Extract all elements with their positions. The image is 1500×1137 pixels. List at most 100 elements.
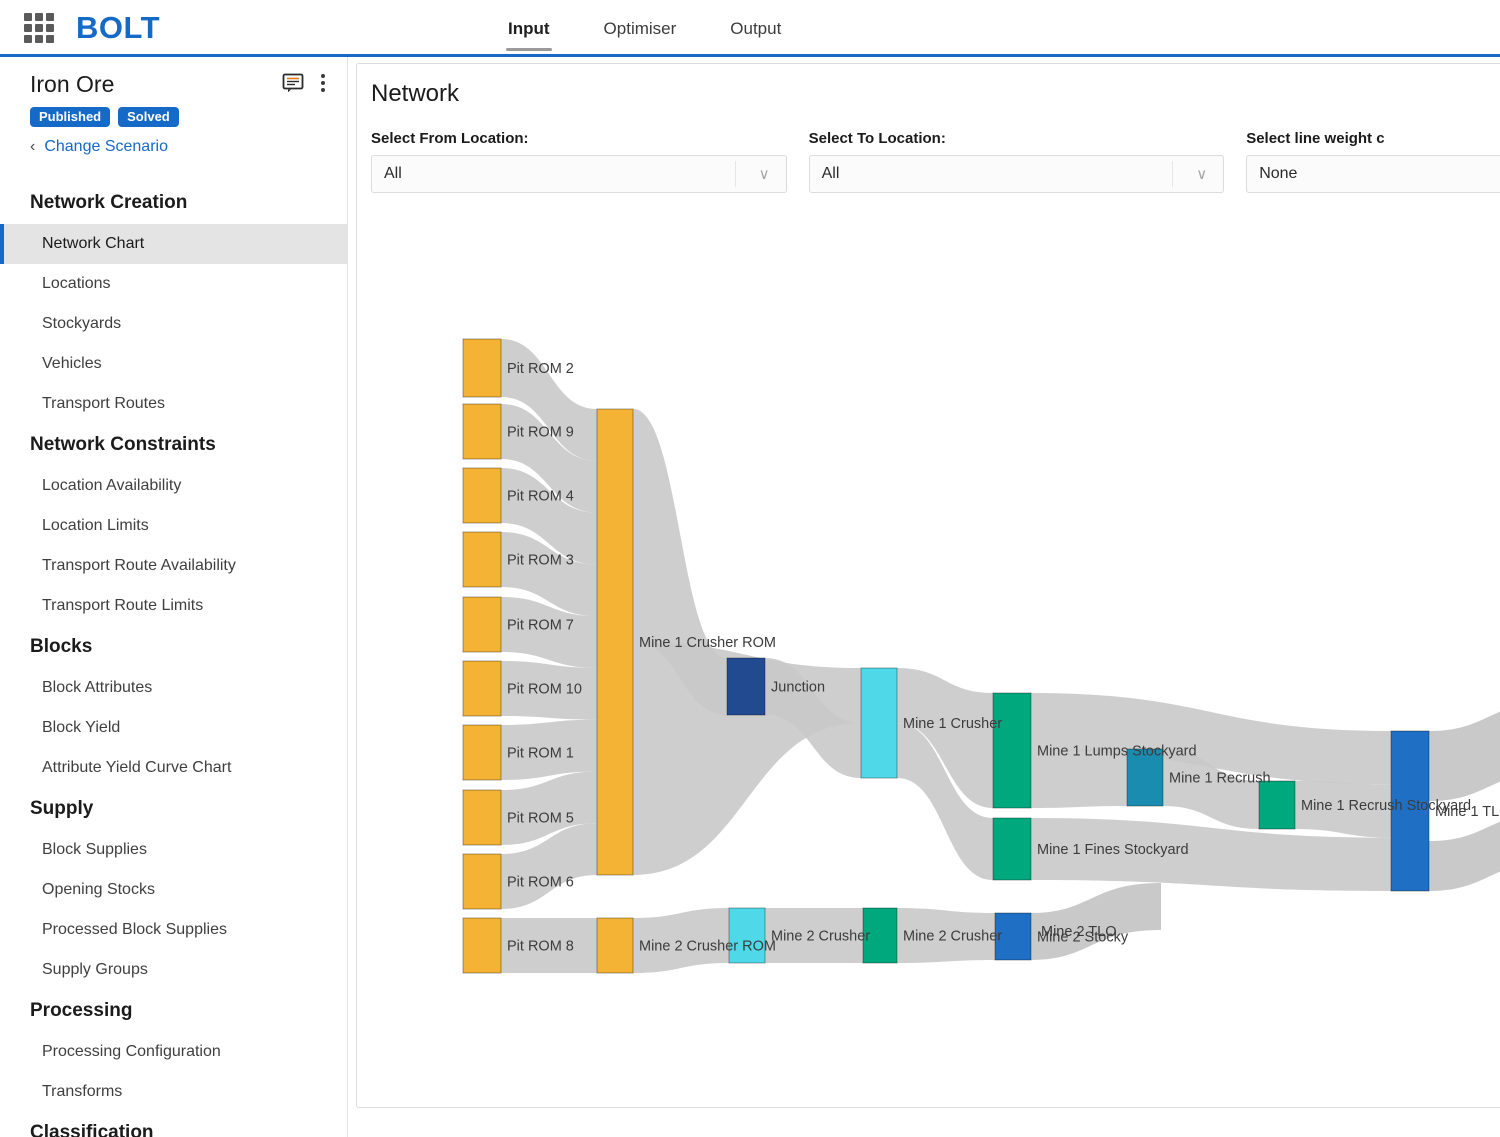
sidebar-item-stockyards[interactable]: Stockyards [0, 304, 347, 344]
sankey-node[interactable] [463, 597, 501, 652]
sankey-svg[interactable]: Pit ROM 2 Pit ROM 9 Pit ROM 4 Pit ROM 3 Pit … [357, 219, 1500, 1108]
filter-bar: Select From Location: All ∨ Select To Lo… [357, 108, 1500, 193]
sankey-node-label: Mine 1 Crusher [903, 716, 1002, 732]
sankey-node-label: Pit ROM 5 [507, 811, 574, 827]
change-scenario-label: Change Scenario [44, 138, 168, 156]
sankey-node[interactable] [993, 693, 1031, 808]
sidebar-item-locations[interactable]: Locations [0, 264, 347, 304]
filter-to-location-label: Select To Location: [809, 130, 1225, 147]
sankey-node[interactable] [463, 854, 501, 909]
sankey-node-label: Pit ROM 3 [507, 553, 574, 569]
to-location-value: All [810, 165, 840, 183]
sankey-link[interactable] [1429, 701, 1500, 801]
sidebar-item-transport-route-limits[interactable]: Transport Route Limits [0, 586, 347, 626]
sankey-node[interactable] [1259, 781, 1295, 829]
sidebar-item-network-chart[interactable]: Network Chart [0, 224, 347, 264]
sidebar-item-opening-stocks[interactable]: Opening Stocks [0, 870, 347, 910]
sankey-node[interactable] [463, 725, 501, 780]
sidebar-item-attribute-yield-curve-chart[interactable]: Attribute Yield Curve Chart [0, 748, 347, 788]
sankey-node[interactable] [463, 790, 501, 845]
grid-apps-icon[interactable] [24, 13, 54, 43]
filter-from-location: Select From Location: All ∨ [371, 130, 787, 193]
sankey-link[interactable] [1031, 883, 1161, 960]
sankey-node[interactable] [463, 339, 501, 397]
sankey-node[interactable] [993, 818, 1031, 880]
kebab-menu-icon[interactable] [320, 73, 325, 93]
select-divider [735, 161, 736, 187]
to-location-select[interactable]: All ∨ [809, 155, 1225, 193]
sidebar-item-block-supplies[interactable]: Block Supplies [0, 830, 347, 870]
sankey-node[interactable] [861, 668, 897, 778]
filter-line-weight: Select line weight c None [1246, 130, 1500, 193]
sankey-node[interactable] [463, 404, 501, 459]
sidebar-item-transport-route-availability[interactable]: Transport Route Availability [0, 546, 347, 586]
scenario-actions [282, 73, 325, 93]
network-sankey-chart[interactable]: Pit ROM 2 Pit ROM 9 Pit ROM 4 Pit ROM 3 Pit … [357, 219, 1500, 1108]
network-panel: Network Select From Location: All ∨ Sele… [356, 63, 1500, 1108]
sankey-node-label: Mine 1 TLO [1435, 804, 1500, 820]
sidebar-item-location-limits[interactable]: Location Limits [0, 506, 347, 546]
sidebar-item-supply-groups[interactable]: Supply Groups [0, 950, 347, 990]
sankey-node-label: Mine 1 Fines Stockyard [1037, 842, 1189, 858]
sankey-node-label: Pit ROM 2 [507, 361, 574, 377]
sankey-node-label: Pit ROM 4 [507, 489, 574, 505]
chevron-down-icon: ∨ [1196, 165, 1207, 183]
top-bar: BOLT Input Optimiser Output [0, 0, 1500, 56]
sidebar-item-vehicles[interactable]: Vehicles [0, 344, 347, 384]
main-tabs: Input Optimiser Output [500, 0, 789, 56]
app-logo: BOLT [76, 10, 160, 46]
sankey-node-label: Pit ROM 8 [507, 939, 574, 955]
sankey-node-label: Mine 2 Crusher ROM [639, 939, 776, 955]
sankey-node-label: Junction [771, 680, 825, 696]
line-weight-value: None [1247, 165, 1297, 183]
sidebar-nav: Network Creation Network Chart Locations… [0, 182, 347, 1137]
sankey-node[interactable] [597, 918, 633, 973]
sankey-node[interactable] [463, 661, 501, 716]
sidebar-group-processing: Processing [0, 990, 347, 1032]
sankey-node[interactable] [597, 409, 633, 875]
sankey-node[interactable] [463, 918, 501, 973]
sankey-node-label: Pit ROM 1 [507, 746, 574, 762]
sankey-node-label: Pit ROM 10 [507, 682, 582, 698]
tab-input[interactable]: Input [500, 3, 558, 53]
status-badges: Published Solved [30, 107, 327, 127]
sankey-node-label: Mine 1 Lumps Stockyard [1037, 744, 1197, 760]
scenario-header: Iron Ore Published Solved ‹ Change Scena… [0, 57, 347, 156]
tab-output[interactable]: Output [722, 3, 789, 53]
sankey-node-label: Pit ROM 7 [507, 618, 574, 634]
sidebar-item-location-availability[interactable]: Location Availability [0, 466, 347, 506]
sankey-node-label: Pit ROM 9 [507, 425, 574, 441]
sankey-node[interactable] [463, 532, 501, 587]
from-location-value: All [372, 165, 402, 183]
sidebar-item-transforms[interactable]: Transforms [0, 1072, 347, 1112]
sankey-node-label: Mine 2 TLO [1041, 924, 1117, 940]
line-weight-select[interactable]: None [1246, 155, 1500, 193]
chevron-left-icon: ‹ [30, 139, 35, 155]
sankey-node[interactable] [727, 658, 765, 715]
sidebar-item-processed-block-supplies[interactable]: Processed Block Supplies [0, 910, 347, 950]
filter-line-weight-label: Select line weight c [1246, 130, 1500, 147]
sidebar-group-network-constraints: Network Constraints [0, 424, 347, 466]
from-location-select[interactable]: All ∨ [371, 155, 787, 193]
sidebar-item-block-attributes[interactable]: Block Attributes [0, 668, 347, 708]
sankey-node-label: Mine 2 Crusher [903, 929, 1002, 945]
sidebar-item-processing-configuration[interactable]: Processing Configuration [0, 1032, 347, 1072]
status-badge-solved: Solved [118, 107, 179, 127]
status-badge-published: Published [30, 107, 110, 127]
sidebar-group-blocks: Blocks [0, 626, 347, 668]
sankey-node-label: Mine 1 Crusher ROM [639, 635, 776, 651]
change-scenario-link[interactable]: ‹ Change Scenario [30, 138, 327, 156]
sidebar-item-block-yield[interactable]: Block Yield [0, 708, 347, 748]
sidebar: Iron Ore Published Solved ‹ Change Scena… [0, 57, 348, 1137]
sidebar-group-classification: Classification [0, 1112, 347, 1137]
sidebar-item-transport-routes[interactable]: Transport Routes [0, 384, 347, 424]
sankey-node[interactable] [729, 908, 765, 963]
sankey-node-label: Pit ROM 6 [507, 875, 574, 891]
sankey-link[interactable] [1429, 811, 1500, 891]
tab-optimiser[interactable]: Optimiser [596, 3, 685, 53]
select-divider [1172, 161, 1173, 187]
sankey-node[interactable] [463, 468, 501, 523]
filter-from-location-label: Select From Location: [371, 130, 787, 147]
comment-icon[interactable] [282, 73, 304, 93]
sidebar-group-network-creation: Network Creation [0, 182, 347, 224]
